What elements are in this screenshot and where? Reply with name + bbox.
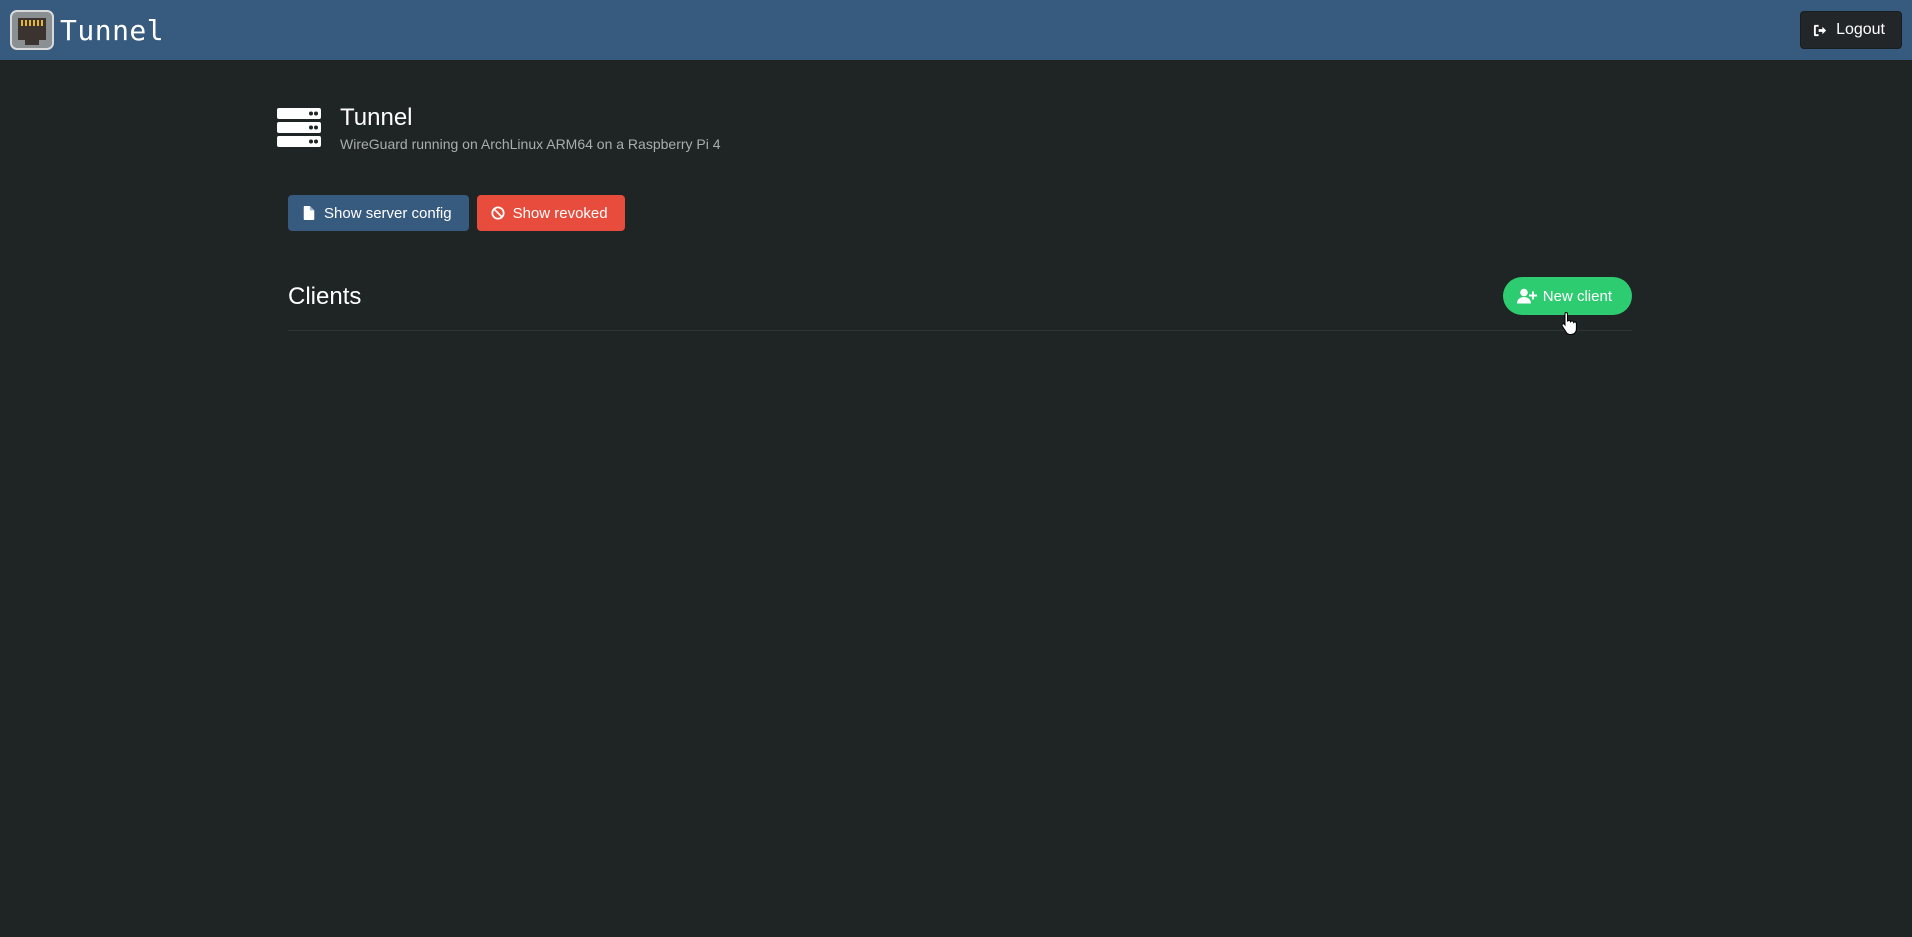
brand-title: Tunnel [60, 13, 165, 47]
server-icon [277, 108, 321, 147]
server-actions: Show server config Show revoked [288, 195, 625, 231]
show-revoked-button[interactable]: Show revoked [476, 195, 625, 231]
sign-out-icon [1814, 24, 1827, 36]
new-client-label: New client [1542, 287, 1612, 305]
ban-icon [491, 206, 505, 220]
ethernet-port-icon [10, 10, 54, 50]
server-subtitle: WireGuard running on ArchLinux ARM64 on … [340, 136, 721, 152]
top-navbar: Tunnel Logout [0, 0, 1912, 60]
clients-title: Clients [288, 283, 362, 310]
server-title: Tunnel [340, 104, 413, 131]
show-server-config-button[interactable]: Show server config [288, 195, 469, 231]
server-header: Tunnel WireGuard running on ArchLinux AR… [276, 104, 721, 152]
logout-label: Logout [1836, 21, 1885, 38]
user-plus-icon [1516, 288, 1537, 304]
file-icon [303, 206, 315, 220]
show-revoked-label: Show revoked [512, 204, 608, 222]
server-info: Tunnel WireGuard running on ArchLinux AR… [340, 104, 721, 152]
brand-link[interactable]: Tunnel [10, 10, 164, 50]
show-server-config-label: Show server config [324, 204, 452, 222]
clients-section-header: Clients New client [288, 277, 1632, 331]
new-client-button[interactable]: New client [1502, 277, 1632, 315]
logout-button[interactable]: Logout [1800, 11, 1902, 49]
